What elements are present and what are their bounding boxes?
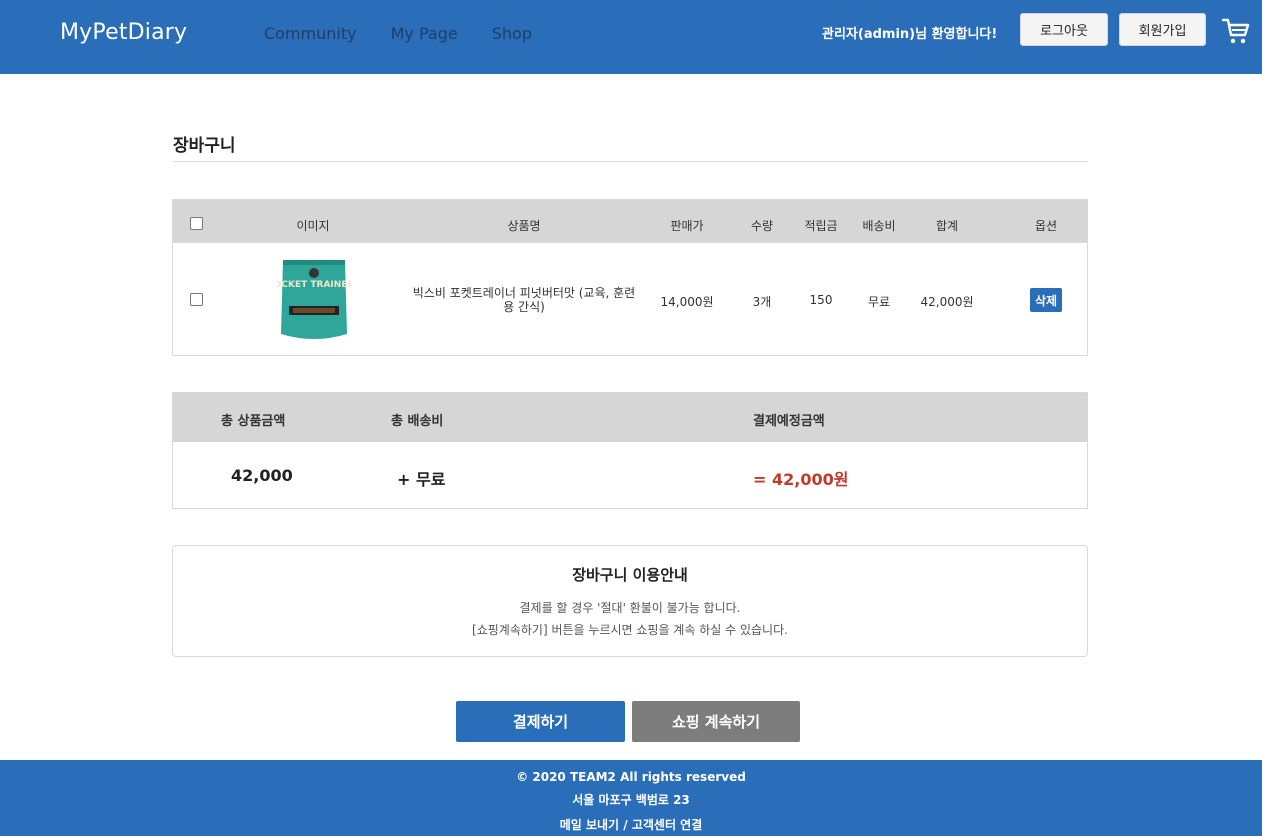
col-option: 옵션: [1034, 219, 1058, 233]
item-checkbox[interactable]: [190, 293, 203, 306]
notice-line-1: 결제를 할 경우 '절대' 환불이 불가능 합니다.: [519, 601, 741, 615]
item-total: 42,000원: [920, 295, 974, 309]
payment-amount-value: = 42,000원: [753, 470, 849, 489]
signup-button[interactable]: 회원가입: [1119, 13, 1206, 46]
footer-copyright: © 2020 TEAM2 All rights reserved: [516, 770, 746, 784]
product-name[interactable]: 빅스비 포켓트레이너 피넛버터맛 (교육, 훈련용 간식): [409, 286, 639, 314]
col-name: 상품명: [507, 219, 541, 233]
item-shipping: 무료: [867, 295, 891, 309]
welcome-message: 관리자(admin)님 환영합니다!: [822, 27, 998, 42]
cart-notice: 장바구니 이용안내 결제를 할 경우 '절대' 환불이 불가능 합니다. [쇼핑…: [172, 545, 1088, 657]
totals-header: 총 상품금액 총 배송비 결제예정금액: [173, 393, 1087, 442]
cart-table-header: 이미지 상품명 판매가 수량 적립금 배송비 합계 옵션: [173, 200, 1087, 243]
continue-shopping-button[interactable]: 쇼핑 계속하기: [632, 701, 800, 742]
product-image-label: POCKET TRAINERS: [277, 280, 351, 290]
col-shipping: 배송비: [862, 219, 896, 233]
item-qty: 3개: [752, 295, 772, 309]
col-qty: 수량: [750, 219, 774, 233]
title-divider: [173, 161, 1088, 162]
col-image: 이미지: [296, 219, 330, 233]
nav-my-page[interactable]: My Page: [391, 24, 458, 43]
col-price: 판매가: [670, 219, 704, 233]
footer-address: 서울 마포구 백범로 23: [572, 793, 690, 807]
nav-shop[interactable]: Shop: [492, 24, 532, 43]
select-all-checkbox[interactable]: [190, 217, 203, 230]
item-points: 150: [809, 293, 833, 307]
brand-logo[interactable]: MyPetDiary: [60, 20, 187, 45]
item-price: 14,000원: [660, 295, 714, 309]
col-points: 적립금: [804, 219, 838, 233]
pay-button[interactable]: 결제하기: [456, 701, 625, 742]
logout-button[interactable]: 로그아웃: [1020, 13, 1108, 46]
payment-amount-label: 결제예정금액: [753, 414, 825, 429]
top-navbar: MyPetDiary Community My Page Shop 관리자(ad…: [0, 0, 1262, 74]
page-title: 장바구니: [173, 136, 236, 156]
footer: © 2020 TEAM2 All rights reserved 서울 마포구 …: [0, 760, 1262, 836]
notice-line-2: [쇼핑계속하기] 버튼을 누르시면 쇼핑을 계속 하실 수 있습니다.: [472, 623, 788, 637]
delete-button[interactable]: 삭제: [1030, 288, 1062, 312]
cart-table: 이미지 상품명 판매가 수량 적립금 배송비 합계 옵션 POCKET TRAI…: [172, 199, 1088, 356]
nav-community[interactable]: Community: [264, 24, 357, 43]
total-shipping-value: + 무료: [397, 470, 446, 489]
col-total: 합계: [935, 219, 959, 233]
total-shipping-label: 총 배송비: [391, 414, 444, 429]
footer-contact-link[interactable]: 메일 보내기 / 고객센터 연결: [0, 816, 1262, 833]
totals-table: 총 상품금액 총 배송비 결제예정금액 42,000 + 무료 = 42,000…: [172, 392, 1088, 509]
notice-title: 장바구니 이용안내: [572, 566, 688, 584]
total-product-value: 42,000: [231, 466, 293, 485]
shopping-cart-icon[interactable]: [1221, 16, 1251, 46]
main-nav: Community My Page Shop: [264, 24, 532, 43]
total-product-label: 총 상품금액: [221, 414, 286, 429]
product-image[interactable]: POCKET TRAINERS: [277, 256, 351, 344]
